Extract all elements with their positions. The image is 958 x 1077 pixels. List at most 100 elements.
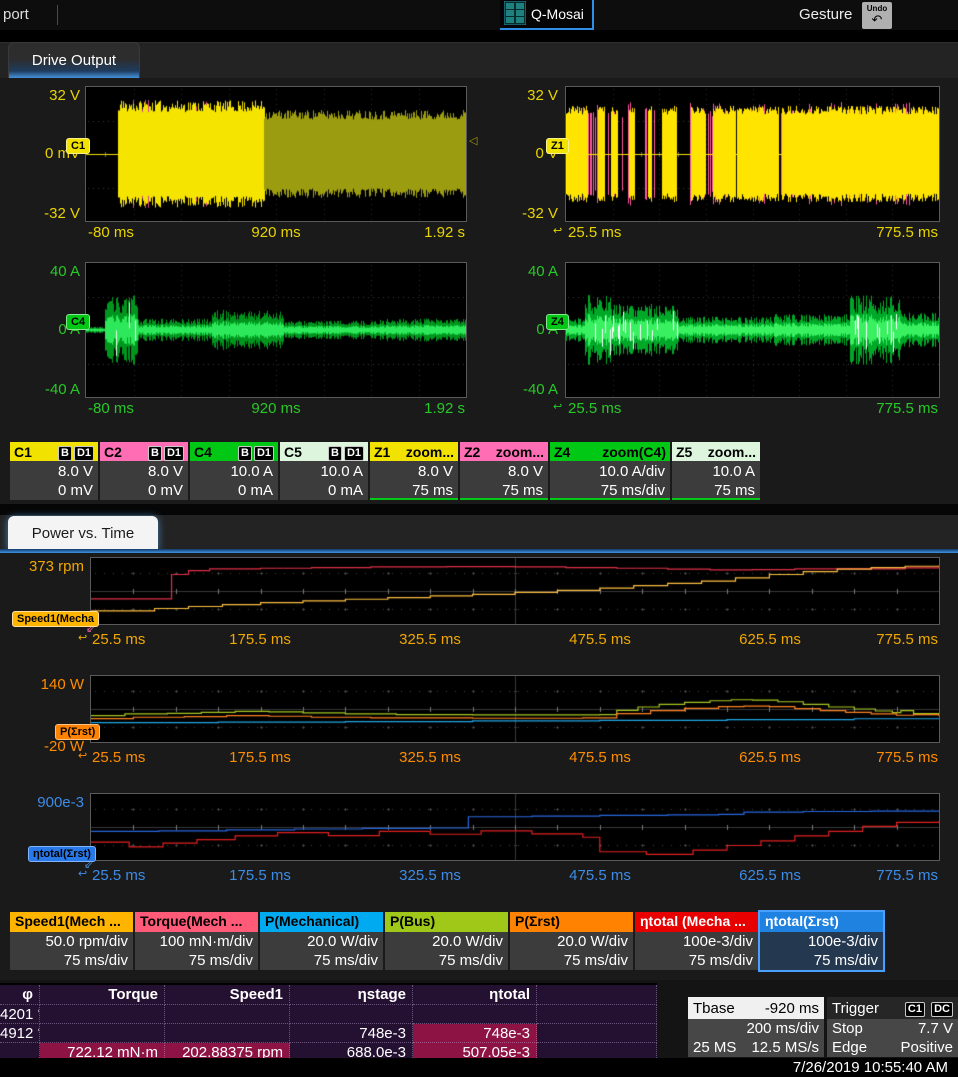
channel-descriptor-z4[interactable]: Z4zoom(C4)10.0 A/div75 ms/div [550, 442, 670, 500]
speed-strip-plot[interactable] [90, 557, 940, 625]
z4-grid-tag[interactable]: Z4 [546, 314, 569, 330]
zoom-link-arrow-icon: ↩ [553, 224, 562, 237]
channel-badge-d1: D1 [164, 446, 184, 461]
timebase-offset: -920 ms [765, 1000, 819, 1017]
speed1-trace-tag[interactable]: Speed1(Mecha [12, 611, 99, 627]
c1-grid-tag[interactable]: C1 [66, 138, 90, 154]
measure-setting-line: 100e-3/div [640, 932, 753, 951]
measure-header: P(Bus) [385, 912, 508, 932]
toolbar-clipped-label[interactable]: port [3, 6, 29, 23]
c4-current-scope-grid[interactable] [85, 262, 467, 398]
p-sum-trace-tag[interactable]: P(Σrst) [55, 724, 100, 740]
strip2-x-label: 325.5 ms [399, 867, 461, 884]
z1-grid-tag[interactable]: Z1 [546, 138, 569, 154]
measure-setting-line: 50.0 rpm/div [15, 932, 128, 951]
measurement-table: φTorqueSpeed1ηstageηtotal4201 °4912 °748… [0, 983, 657, 1062]
measure-setting-line: 20.0 W/div [390, 932, 503, 951]
channel-descriptor-z5[interactable]: Z5zoom...10.0 A75 ms [672, 442, 760, 500]
grid2-x-label: 920 ms [251, 400, 300, 417]
speed-strip-top-label: 373 rpm [2, 558, 84, 575]
toolbar-divider [57, 5, 58, 25]
undo-button[interactable]: Undo ↶ [862, 2, 892, 29]
channel-descriptor-c1[interactable]: C1 BD18.0 V0 mV [10, 442, 98, 500]
strip0-x-label: 775.5 ms [850, 631, 938, 648]
table-cell: 748e-3 [290, 1024, 413, 1043]
channel-id: C1 [14, 444, 32, 460]
table-cell [165, 1005, 290, 1024]
strip2-x-label: 475.5 ms [569, 867, 631, 884]
table-cell [40, 1024, 165, 1043]
trigger-level-marker-icon[interactable]: ◁ [469, 134, 477, 147]
channel-setting-line: 0 mV [105, 481, 183, 500]
channel-badge-d1: D1 [344, 446, 364, 461]
measure-settings: 100 mN·m/div75 ms/div [135, 932, 258, 970]
measure-descriptor-6[interactable]: ηtotal (Mecha ...100e-3/div75 ms/div [635, 912, 758, 970]
channel-header: C5BD1 [280, 442, 368, 461]
z4-current-zoom-grid[interactable] [565, 262, 940, 398]
top-toolbar: port Q-Mosai Gesture Undo ↶ [0, 0, 958, 30]
channel-settings: 10.0 A75 ms [672, 461, 760, 500]
channel-descriptor-z1[interactable]: Z1zoom...8.0 V75 ms [370, 442, 458, 500]
measure-descriptor-3[interactable]: P(Mechanical)20.0 W/div75 ms/div [260, 912, 383, 970]
channel-badge-b: B [148, 446, 162, 461]
channel-descriptor-z2[interactable]: Z2zoom...8.0 V75 ms [460, 442, 548, 500]
table-cell [413, 1005, 537, 1024]
timebase-panel[interactable]: Tbase -920 ms 200 ms/div 25 MS 12.5 MS/s [688, 997, 824, 1057]
channel-badges: BD1 [326, 443, 364, 461]
channel-descriptor-c5[interactable]: C5BD110.0 A0 mA [280, 442, 368, 500]
q-mosaic-label: Q-Mosai [531, 6, 584, 22]
trigger-level: 7.7 V [918, 1019, 953, 1038]
zoom-link-arrow-icon: ↩ [78, 749, 87, 762]
table-header-cell: ηtotal [413, 985, 537, 1005]
grid3-x-label: 775.5 ms [850, 400, 938, 417]
channel-setting-line: 10.0 A [195, 462, 273, 481]
trigger-title: Trigger [832, 1000, 879, 1017]
channel-descriptor-c2[interactable]: C2BD18.0 V0 mV [100, 442, 188, 500]
measure-descriptor-5[interactable]: P(Σrst)20.0 W/div75 ms/div [510, 912, 633, 970]
grid0-y-label: -32 V [2, 205, 80, 222]
channel-badge-d1: D1 [74, 446, 94, 461]
measure-descriptor-1[interactable]: Speed1(Mech ...50.0 rpm/div75 ms/div [10, 912, 133, 970]
grid2-x-label: -80 ms [88, 400, 134, 417]
power-strip-top-label: 140 W [2, 676, 84, 693]
measure-descriptor-7[interactable]: ηtotal(Σrst)100e-3/div75 ms/div [760, 912, 883, 970]
measure-header: Speed1(Mech ... [10, 912, 133, 932]
trigger-type: Edge [832, 1038, 867, 1057]
c4-grid-tag[interactable]: C4 [66, 314, 90, 330]
measure-descriptor-4[interactable]: P(Bus)20.0 W/div75 ms/div [385, 912, 508, 970]
strip1-x-label: 625.5 ms [739, 749, 801, 766]
channel-settings: 10.0 A/div75 ms/div [550, 461, 670, 500]
channel-setting-line: 75 ms [465, 481, 543, 500]
measure-setting-line: 75 ms/div [140, 951, 253, 970]
strip1-x-label: 325.5 ms [399, 749, 461, 766]
channel-setting-line: 0 mV [15, 481, 93, 500]
channel-header: C1 BD1 [10, 442, 98, 461]
tab-drive-output[interactable]: Drive Output [8, 42, 140, 78]
zoom-source-label: zoom(C4) [602, 444, 666, 460]
eta-total-trace-tag[interactable]: ηtotal(Σrst) [28, 846, 96, 862]
zoom-link-arrow-icon: ↩ [553, 400, 562, 413]
power-strip-plot[interactable] [90, 675, 940, 743]
channel-header: Z2zoom... [460, 442, 548, 461]
q-mosaic-button[interactable]: Q-Mosai [500, 0, 594, 30]
z1-voltage-zoom-grid[interactable] [565, 86, 940, 222]
channel-settings: 8.0 V0 mV [10, 461, 98, 500]
eta-strip-plot[interactable] [90, 793, 940, 861]
c1-voltage-scope-grid[interactable] [85, 86, 467, 222]
measure-setting-line: 100e-3/div [765, 932, 878, 951]
gesture-label: Gesture [799, 6, 852, 23]
measure-descriptor-2[interactable]: Torque(Mech ...100 mN·m/div75 ms/div [135, 912, 258, 970]
channel-badges: BD1 [56, 443, 94, 461]
power-strip-bottom-label: -20 W [2, 738, 84, 755]
measure-settings: 20.0 W/div75 ms/div [385, 932, 508, 970]
grid3-y-label: -40 A [480, 381, 558, 398]
channel-badges: BD1 [236, 443, 274, 461]
channel-id: C2 [104, 444, 122, 460]
table-header-cell [537, 985, 657, 1005]
trigger-panel[interactable]: Trigger C1 DC Stop 7.7 V Edge Positive [827, 997, 958, 1057]
tab-power-vs-time[interactable]: Power vs. Time [8, 516, 158, 550]
strip0-x-label: 25.5 ms [92, 631, 145, 648]
measure-header: Torque(Mech ... [135, 912, 258, 932]
strip1-x-label: 475.5 ms [569, 749, 631, 766]
channel-descriptor-c4[interactable]: C4BD110.0 A0 mA [190, 442, 278, 500]
